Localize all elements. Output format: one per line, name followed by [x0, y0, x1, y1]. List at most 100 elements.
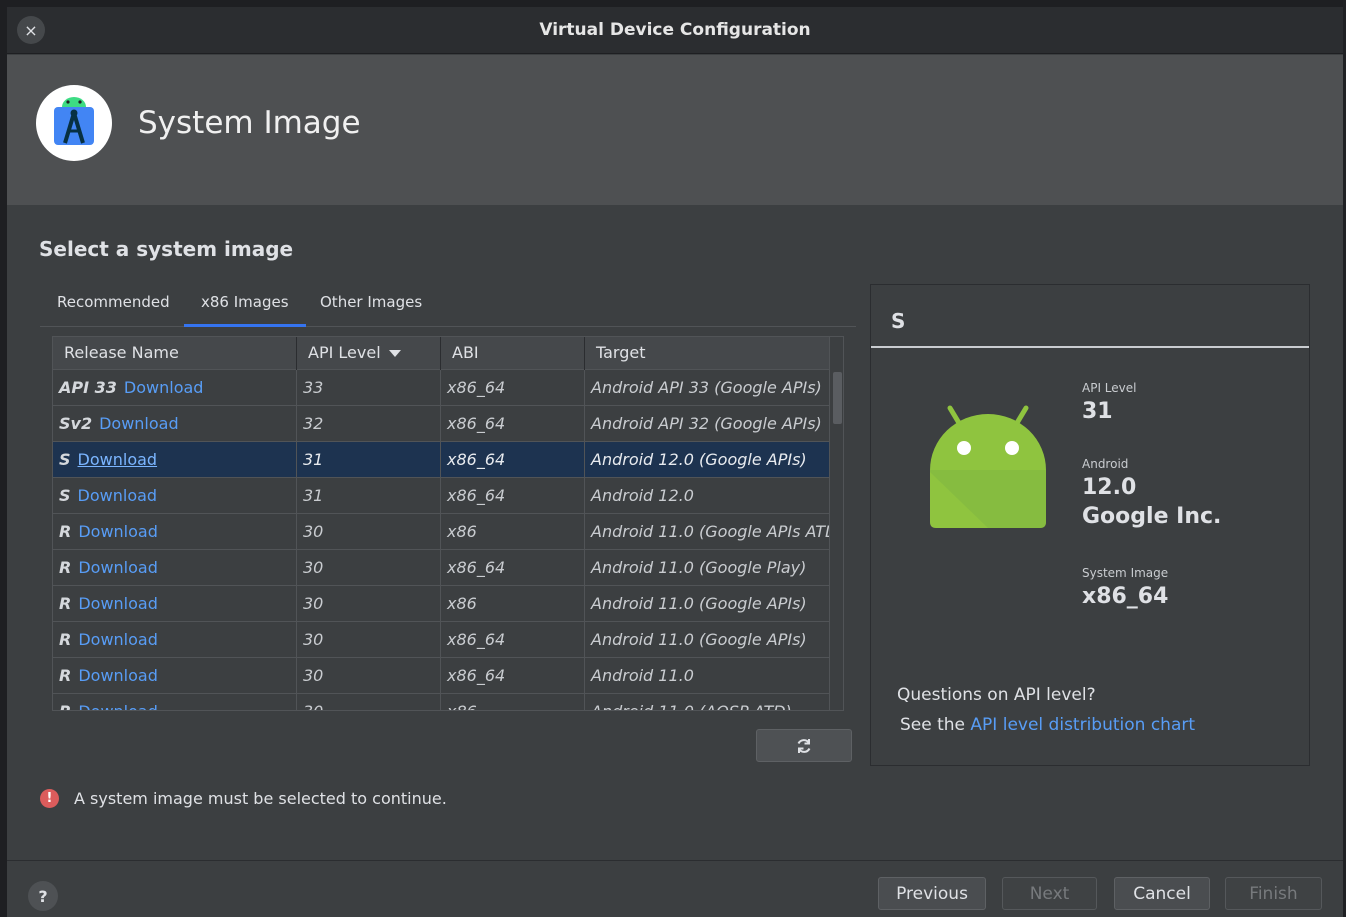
- finish-button[interactable]: Finish: [1225, 877, 1322, 910]
- abi-cell: x86_64: [441, 406, 585, 442]
- release-name: S: [59, 450, 71, 469]
- download-link[interactable]: Download: [78, 450, 158, 469]
- column-label: API Level: [308, 343, 381, 362]
- cancel-button[interactable]: Cancel: [1114, 877, 1210, 910]
- system-image-label: System Image: [1082, 566, 1169, 580]
- system-image-table: Release Name API Level ABI Target API 33…: [52, 336, 844, 711]
- android-robot-icon: [928, 400, 1048, 530]
- abi-cell: x86_64: [441, 622, 585, 658]
- release-cell: R Download: [53, 550, 297, 586]
- scrollbar-thumb[interactable]: [833, 372, 842, 424]
- column-label: ABI: [452, 343, 479, 362]
- release-name: R: [59, 702, 71, 710]
- column-target[interactable]: Target: [585, 337, 829, 370]
- download-link[interactable]: Download: [78, 630, 158, 649]
- release-cell: R Download: [53, 694, 297, 710]
- title-bar: × Virtual Device Configuration: [7, 7, 1343, 54]
- column-label: Target: [596, 343, 646, 362]
- api-level-cell: 30: [297, 586, 441, 622]
- abi-cell: x86_64: [441, 442, 585, 478]
- abi-cell: x86: [441, 514, 585, 550]
- column-release-name[interactable]: Release Name: [53, 337, 297, 370]
- table-row[interactable]: Sv2 Download 32 x86_64 Android API 32 (Googl…: [53, 406, 829, 442]
- tab-x86-images[interactable]: x86 Images: [184, 285, 306, 327]
- target-cell: Android API 32 (Google APIs): [591, 414, 822, 433]
- api-level-cell: 30: [297, 514, 441, 550]
- release-name: S: [59, 486, 71, 505]
- download-link[interactable]: Download: [78, 666, 158, 685]
- abi-cell: x86: [441, 586, 585, 622]
- api-level-cell: 31: [297, 478, 441, 514]
- api-level-cell: 30: [297, 694, 441, 710]
- release-cell: R Download: [53, 658, 297, 694]
- help-icon[interactable]: ?: [28, 881, 58, 911]
- table-row[interactable]: S Download 31 x86_64 Android 12.0: [53, 478, 829, 514]
- column-abi[interactable]: ABI: [441, 337, 585, 370]
- window-title: Virtual Device Configuration: [539, 20, 811, 40]
- error-icon: !: [40, 788, 59, 808]
- release-name: R: [59, 630, 72, 649]
- release-cell: R Download: [53, 586, 297, 622]
- target-cell: Android API 33 (Google APIs): [591, 378, 822, 397]
- table-scrollbar[interactable]: [829, 337, 843, 710]
- release-name: R: [59, 558, 72, 577]
- release-cell: R Download: [53, 514, 297, 550]
- download-link[interactable]: Download: [78, 558, 158, 577]
- image-details-panel: S API Level 31 Android 12.0 Google Inc. …: [870, 284, 1310, 766]
- api-question: Questions on API level?: [897, 685, 1096, 705]
- release-cell: API 33 Download: [53, 370, 297, 406]
- abi-cell: x86: [441, 694, 585, 710]
- column-api-level[interactable]: API Level: [297, 337, 441, 370]
- api-link-line: See the API level distribution chart: [900, 715, 1195, 735]
- target-cell: Android 11.0 (Google APIs ATD): [591, 522, 829, 541]
- release-name: R: [59, 666, 72, 685]
- table-row[interactable]: R Download 30 x86_64 Android 11.0 (Google Pl…: [53, 550, 829, 586]
- refresh-button[interactable]: [756, 729, 852, 762]
- table-body: API 33 Download 33 x86_64 Android API 33 (Go…: [53, 370, 829, 710]
- download-link[interactable]: Download: [78, 522, 158, 541]
- table-header: Release Name API Level ABI Target: [53, 337, 829, 370]
- table-row[interactable]: S Download 31 x86_64 Android 12.0 (Google AP…: [53, 442, 829, 478]
- download-link[interactable]: Download: [124, 378, 204, 397]
- api-level-cell: 32: [297, 406, 441, 442]
- table-row[interactable]: R Download 30 x86 Android 11.0 (Google APIs): [53, 586, 829, 622]
- download-link[interactable]: Download: [78, 486, 158, 505]
- refresh-icon: [797, 738, 811, 753]
- download-link[interactable]: Download: [78, 702, 158, 710]
- abi-cell: x86_64: [441, 370, 585, 406]
- release-cell: Sv2 Download: [53, 406, 297, 442]
- target-cell: Android 12.0: [591, 486, 694, 505]
- api-distribution-link[interactable]: API level distribution chart: [970, 715, 1195, 735]
- release-name: API 33: [59, 378, 117, 397]
- release-name: R: [59, 522, 72, 541]
- section-title: Select a system image: [39, 237, 294, 261]
- table-row[interactable]: R Download 30 x86_64 Android 11.0 (Google AP…: [53, 622, 829, 658]
- api-level-cell: 30: [297, 658, 441, 694]
- dialog-footer: ? Previous Next Cancel Finish: [7, 860, 1343, 917]
- android-label: Android: [1082, 457, 1129, 471]
- api-level-cell: 33: [297, 370, 441, 406]
- page-title: System Image: [138, 105, 361, 141]
- column-label: Release Name: [64, 343, 179, 362]
- api-level-value: 31: [1082, 399, 1113, 424]
- api-level-info: API Level 31: [1082, 381, 1136, 424]
- release-cell: S Download: [53, 442, 297, 478]
- android-studio-logo-icon: [36, 85, 112, 161]
- release-cell: S Download: [53, 478, 297, 514]
- previous-button[interactable]: Previous: [878, 877, 986, 910]
- table-row[interactable]: R Download 30x86Android 11.0 (AOSP ATD): [53, 694, 829, 710]
- tab-recommended[interactable]: Recommended: [40, 285, 187, 327]
- table-row[interactable]: R Download 30 x86_64 Android 11.0: [53, 658, 829, 694]
- api-level-cell: 30: [297, 622, 441, 658]
- table-row[interactable]: API 33 Download 33 x86_64 Android API 33 (Go…: [53, 370, 829, 406]
- sort-descending-icon: [388, 350, 401, 357]
- download-link[interactable]: Download: [99, 414, 179, 433]
- tab-other-images[interactable]: Other Images: [303, 285, 439, 327]
- table-row[interactable]: R Download 30 x86 Android 11.0 (Google APIs …: [53, 514, 829, 550]
- android-version-info: Android 12.0 Google Inc.: [1082, 457, 1221, 529]
- abi-cell: x86_64: [441, 658, 585, 694]
- next-button[interactable]: Next: [1002, 877, 1097, 910]
- target-cell: Android 11.0 (Google APIs): [591, 594, 807, 613]
- image-tabs: Recommended x86 Images Other Images: [40, 285, 856, 327]
- download-link[interactable]: Download: [78, 594, 158, 613]
